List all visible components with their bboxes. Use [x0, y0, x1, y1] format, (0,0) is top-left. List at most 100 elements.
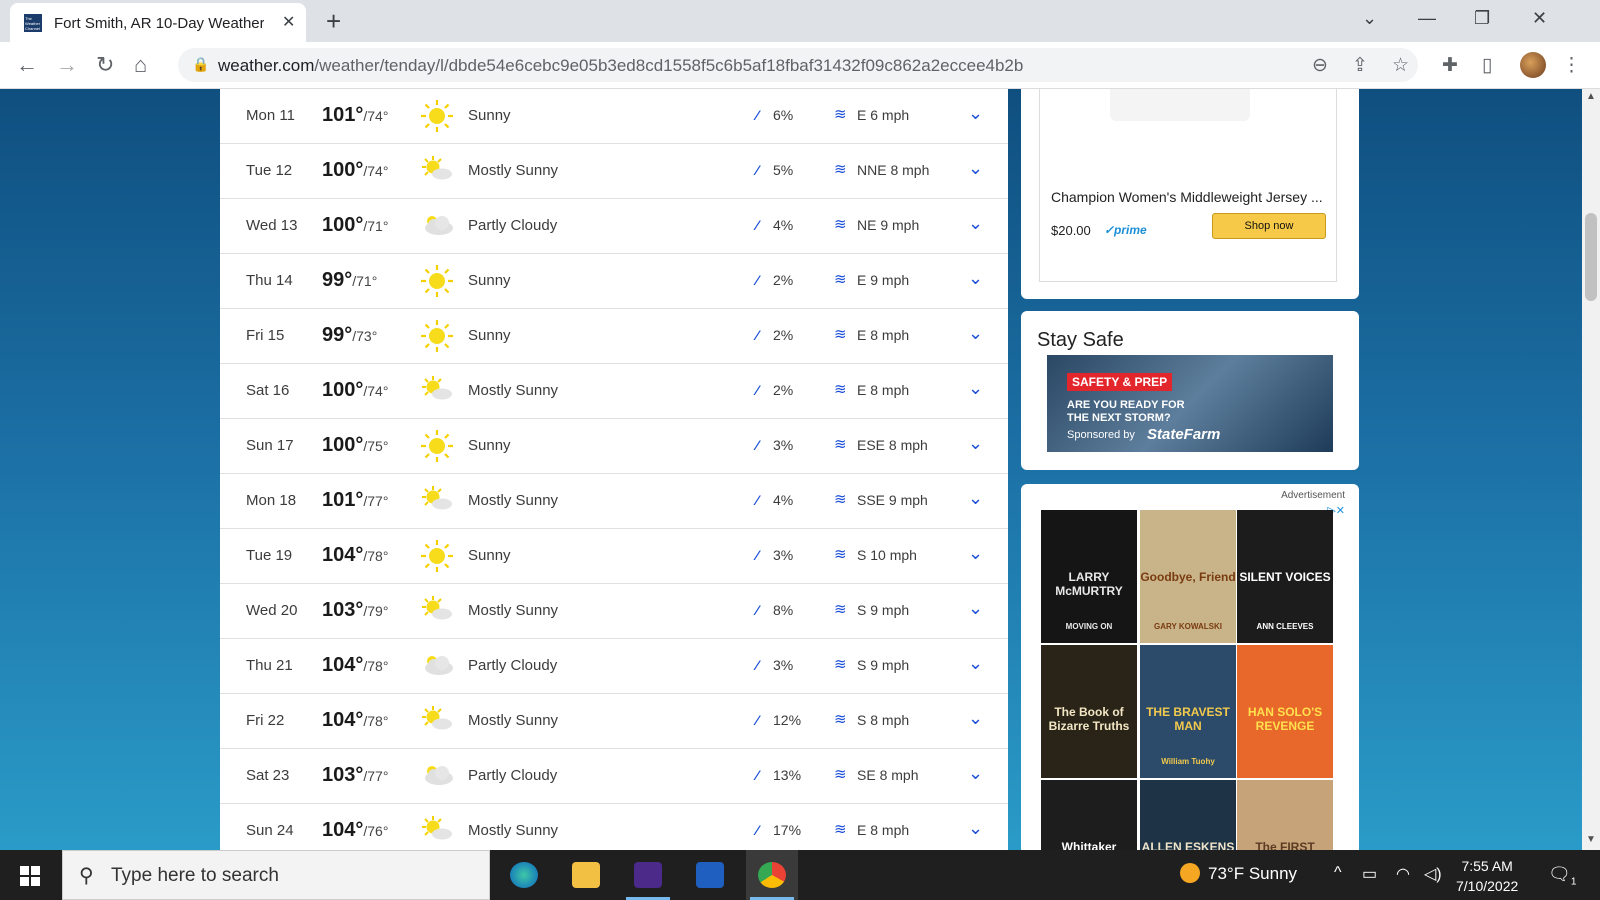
- notifications-icon[interactable]: 🗨1: [1548, 864, 1576, 888]
- condition-text: Sunny: [468, 107, 511, 124]
- scroll-thumb[interactable]: [1585, 213, 1597, 301]
- forecast-row[interactable]: Fri 15 99°/73° Sunny ⁄ 2% ≋ E 8 mph ⌄: [220, 309, 1008, 364]
- forecast-row[interactable]: Mon 18 101°/77° Mostly Sunny ⁄ 4% ≋ SSE 9 mph ⌄: [220, 474, 1008, 529]
- book-title: Goodbye, Friend: [1140, 570, 1236, 584]
- forecast-row[interactable]: Thu 21 104°/78° Partly Cloudy ⁄ 3% ≋ S 9 mph ⌄: [220, 639, 1008, 694]
- scroll-up-icon[interactable]: ▲: [1586, 91, 1596, 102]
- condition-text: Mostly Sunny: [468, 492, 559, 509]
- expand-chevron-icon[interactable]: ⌄: [968, 158, 983, 179]
- book-cover[interactable]: The FIRST: [1237, 780, 1333, 850]
- scroll-down-icon[interactable]: ▼: [1586, 834, 1596, 845]
- expand-chevron-icon[interactable]: ⌄: [968, 323, 983, 344]
- taskbar-search[interactable]: ⚲ Type here to search: [62, 850, 490, 900]
- forward-icon[interactable]: →: [56, 52, 78, 78]
- expand-chevron-icon[interactable]: ⌄: [968, 708, 983, 729]
- day-label: Tue 12: [246, 162, 293, 179]
- book-cover[interactable]: Whittaker Chambers: [1041, 780, 1137, 850]
- expand-chevron-icon[interactable]: ⌄: [968, 598, 983, 619]
- chrome-app[interactable]: [746, 850, 798, 900]
- temperature: 103°/77°: [322, 764, 388, 787]
- close-window-icon[interactable]: ✕: [1532, 8, 1547, 29]
- forecast-row[interactable]: Sat 23 103°/77° Partly Cloudy ⁄ 13% ≋ SE 8 mph…: [220, 749, 1008, 804]
- product-title[interactable]: Champion Women's Middleweight Jersey ...: [1051, 189, 1323, 205]
- profile-avatar[interactable]: [1520, 52, 1546, 78]
- tab-weather[interactable]: The Weather Channel Fort Smith, AR 10-Da…: [10, 3, 306, 42]
- address-bar[interactable]: 🔒 weather.com/weather/tenday/l/dbde54e6c…: [178, 48, 1418, 82]
- taskbar-clock[interactable]: 7:55 AM 7/10/2022: [1456, 856, 1518, 896]
- expand-chevron-icon[interactable]: ⌄: [968, 433, 983, 454]
- home-icon[interactable]: ⌂: [134, 52, 147, 78]
- back-icon[interactable]: ←: [16, 52, 38, 78]
- forecast-row[interactable]: Thu 14 99°/71° Sunny ⁄ 2% ≋ E 9 mph ⌄: [220, 254, 1008, 309]
- expand-chevron-icon[interactable]: ⌄: [968, 488, 983, 509]
- side-panel-icon[interactable]: ▯: [1482, 54, 1492, 77]
- expand-chevron-icon[interactable]: ⌄: [968, 378, 983, 399]
- precip-chance: 2%: [773, 327, 794, 343]
- forecast-row[interactable]: Wed 13 100°/71° Partly Cloudy ⁄ 4% ≋ NE 9 mph ⌄: [220, 199, 1008, 254]
- reload-icon[interactable]: ↻: [96, 52, 114, 78]
- book-cover[interactable]: LARRY McMURTRY MOVING ON: [1041, 510, 1137, 643]
- temperature: 101°/77°: [322, 489, 388, 512]
- menu-kebab-icon[interactable]: ⋮: [1562, 54, 1581, 77]
- battery-icon[interactable]: ▭: [1362, 864, 1377, 884]
- close-tab-icon[interactable]: ✕: [282, 12, 295, 32]
- windows-start-icon[interactable]: [20, 866, 40, 886]
- taskbar-weather[interactable]: 73°F Sunny: [1180, 863, 1297, 884]
- minimize-icon[interactable]: —: [1418, 8, 1436, 29]
- forecast-row[interactable]: Tue 19 104°/78° Sunny ⁄ 3% ≋ S 10 mph ⌄: [220, 529, 1008, 584]
- book-cover[interactable]: THE BRAVEST MAN William Tuohy: [1140, 645, 1236, 778]
- page-scrollbar[interactable]: ▲ ▼: [1582, 89, 1600, 850]
- tab-search-chevron-icon[interactable]: ⌄: [1362, 8, 1377, 29]
- expand-chevron-icon[interactable]: ⌄: [968, 543, 983, 564]
- restore-icon[interactable]: ❐: [1474, 8, 1490, 29]
- forecast-row[interactable]: Fri 22 104°/78° Mostly Sunny ⁄ 12% ≋ S 8 mph ⌄: [220, 694, 1008, 749]
- clock-time: 7:55 AM: [1461, 858, 1513, 874]
- forecast-row[interactable]: Sun 17 100°/75° Sunny ⁄ 3% ≋ ESE 8 mph ⌄: [220, 419, 1008, 474]
- volume-icon[interactable]: ◁): [1424, 864, 1442, 884]
- raindrop-icon: ⁄: [756, 437, 759, 453]
- expand-chevron-icon[interactable]: ⌄: [968, 103, 983, 124]
- high-temp: 99°: [322, 324, 353, 346]
- forecast-row[interactable]: Sat 16 100°/74° Mostly Sunny ⁄ 2% ≋ E 8 mph ⌄: [220, 364, 1008, 419]
- share-icon[interactable]: ⇪: [1352, 54, 1368, 77]
- word-icon: [696, 862, 724, 888]
- low-temp: /78°: [363, 713, 389, 729]
- bookmark-star-icon[interactable]: ☆: [1392, 54, 1409, 77]
- shop-now-button[interactable]: Shop now: [1212, 213, 1326, 239]
- day-label: Mon 18: [246, 492, 297, 509]
- word-app[interactable]: [684, 850, 736, 900]
- book-cover[interactable]: ALLEN ESKENSTHE HEAVENS: [1140, 780, 1236, 850]
- book-cover[interactable]: SILENT VOICES ANN CLEEVES: [1237, 510, 1333, 643]
- product-ad[interactable]: Champion Women's Middleweight Jersey ...…: [1039, 89, 1337, 282]
- file-explorer-app[interactable]: [560, 850, 612, 900]
- expand-chevron-icon[interactable]: ⌄: [968, 213, 983, 234]
- expand-chevron-icon[interactable]: ⌄: [968, 653, 983, 674]
- forecast-row[interactable]: Tue 12 100°/74° Mostly Sunny ⁄ 5% ≋ NNE 8 mph ⌄: [220, 144, 1008, 199]
- wifi-icon[interactable]: ◠: [1396, 864, 1410, 884]
- wind-text: E 8 mph: [857, 382, 910, 398]
- book-cover[interactable]: Goodbye, Friend GARY KOWALSKI: [1140, 510, 1236, 643]
- forecast-row[interactable]: Mon 11 101°/74° Sunny ⁄ 6% ≋ E 6 mph ⌄: [220, 89, 1008, 144]
- amazon-music-app[interactable]: [622, 850, 674, 900]
- tray-chevron-icon[interactable]: ^: [1334, 864, 1342, 882]
- expand-chevron-icon[interactable]: ⌄: [968, 268, 983, 289]
- new-tab-icon[interactable]: +: [326, 6, 341, 37]
- expand-chevron-icon[interactable]: ⌄: [968, 818, 983, 839]
- raindrop-icon: ⁄: [756, 217, 759, 233]
- forecast-row[interactable]: Sun 24 104°/76° Mostly Sunny ⁄ 17% ≋ E 8 mph ⌄: [220, 804, 1008, 850]
- edge-app[interactable]: [498, 850, 550, 900]
- mostly-sunny-icon: [420, 154, 454, 188]
- precip-chance: 8%: [773, 602, 794, 618]
- forecast-row[interactable]: Wed 20 103°/79° Mostly Sunny ⁄ 8% ≋ S 9 mph ⌄: [220, 584, 1008, 639]
- expand-chevron-icon[interactable]: ⌄: [968, 763, 983, 784]
- lock-icon[interactable]: 🔒: [192, 56, 209, 73]
- wind-text: NE 9 mph: [857, 217, 920, 233]
- book-cover[interactable]: The Book of Bizarre Truths: [1041, 645, 1137, 778]
- partly-cloudy-icon: [420, 649, 454, 683]
- safety-prep-banner[interactable]: SAFETY & PREP ARE YOU READY FOR THE NEXT…: [1047, 355, 1333, 452]
- extensions-icon[interactable]: ✚: [1442, 54, 1458, 77]
- product-image[interactable]: [1110, 89, 1250, 121]
- temperature: 103°/79°: [322, 599, 388, 622]
- book-cover[interactable]: HAN SOLO'S REVENGE: [1237, 645, 1333, 778]
- zoom-icon[interactable]: ⊖: [1312, 54, 1328, 77]
